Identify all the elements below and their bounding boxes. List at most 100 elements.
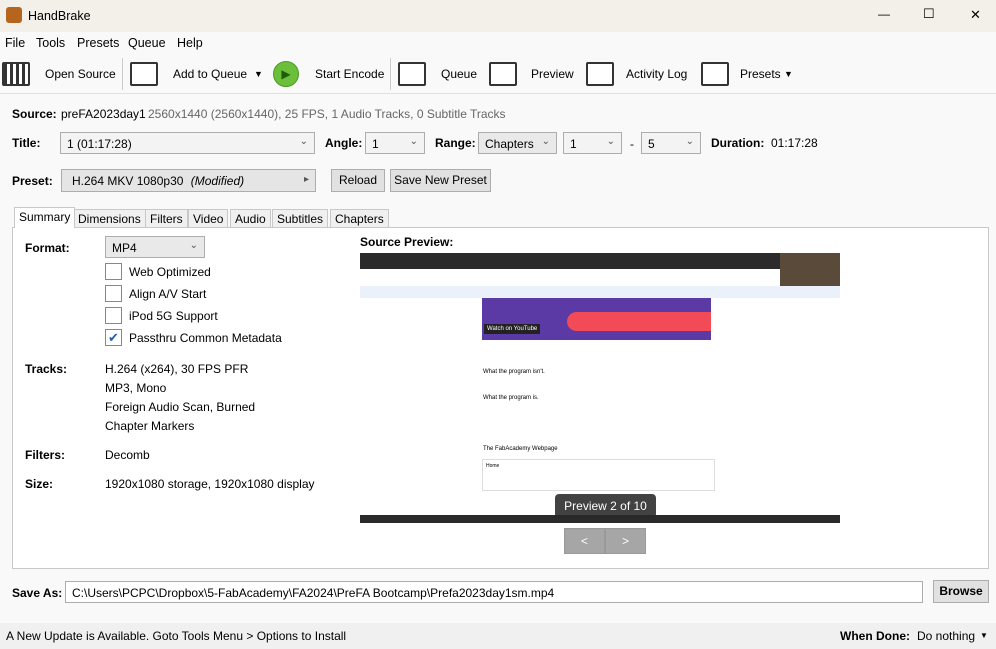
checkbox-label: Web Optimized <box>129 265 211 279</box>
preview-button[interactable]: Preview <box>531 67 574 81</box>
browser-tabbar <box>360 253 840 269</box>
checkbox-label: iPod 5G Support <box>129 309 218 323</box>
tab-chapters[interactable]: Chapters <box>330 209 389 227</box>
size-value: 1920x1080 storage, 1920x1080 display <box>105 477 315 491</box>
preview-card: Home <box>482 459 715 491</box>
open-source-button[interactable]: Open Source <box>45 67 116 81</box>
window-title: HandBrake <box>28 9 91 23</box>
format-label: Format: <box>25 241 70 255</box>
checkbox-web-optimized[interactable] <box>105 263 122 280</box>
when-done-select[interactable]: Do nothing <box>917 629 975 643</box>
filters-label: Filters: <box>25 448 66 462</box>
source-name: preFA2023day1 <box>61 107 146 121</box>
chevron-down-icon: ⌄ <box>299 136 308 147</box>
source-preview-label: Source Preview: <box>360 235 454 249</box>
tab-audio[interactable]: Audio <box>230 209 271 227</box>
range-start-value: 1 <box>570 137 577 151</box>
add-to-queue-button[interactable]: Add to Queue <box>173 67 247 81</box>
save-as-input[interactable]: C:\Users\PCPC\Dropbox\5-FabAcademy\FA202… <box>65 581 923 603</box>
reload-button[interactable]: Reload <box>331 169 385 192</box>
divider <box>122 58 123 90</box>
queue-icon <box>398 62 426 86</box>
range-mode-value: Chapters <box>485 137 534 151</box>
add-image-icon <box>130 62 158 86</box>
save-as-label: Save As: <box>12 586 63 600</box>
format-select[interactable]: MP4 ⌄ <box>105 236 205 258</box>
tab-video[interactable]: Video <box>188 209 229 227</box>
duration-value: 01:17:28 <box>771 136 818 150</box>
when-done-label: When Done: <box>840 629 910 643</box>
source-label: Source: <box>12 107 57 121</box>
angle-value: 1 <box>372 137 379 151</box>
chevron-down-icon: ⌄ <box>541 136 550 147</box>
range-dash: - <box>630 137 634 151</box>
track-item: MP3, Mono <box>105 381 167 395</box>
title-bar: HandBrake — ☐ ✕ <box>0 0 996 32</box>
video-embed: Watch on YouTube <box>482 298 711 340</box>
preset-select[interactable]: H.264 MKV 1080p30 (Modified) ▸ <box>61 169 316 192</box>
chevron-down-icon: ⌄ <box>409 136 418 147</box>
source-info: 2560x1440 (2560x1440), 25 FPS, 1 Audio T… <box>148 107 506 121</box>
update-message[interactable]: A New Update is Available. Goto Tools Me… <box>6 629 346 643</box>
watch-on-youtube: Watch on YouTube <box>484 324 541 334</box>
tab-summary[interactable]: Summary <box>14 207 76 228</box>
film-icon <box>489 62 517 86</box>
preset-value: H.264 MKV 1080p30 <box>72 174 184 188</box>
tab-filters[interactable]: Filters <box>145 209 188 227</box>
chevron-down-icon[interactable]: ▼ <box>980 631 988 640</box>
checkbox-passthru-common-metadata[interactable]: ✔ <box>105 329 122 346</box>
previous-preview-button[interactable]: < <box>564 528 605 554</box>
chevron-down-icon: ⌄ <box>189 240 198 251</box>
preview-heading: The FabAcademy Webpage <box>483 446 558 452</box>
preview-overlay: Preview 2 of 10 <box>555 494 656 518</box>
track-item: Chapter Markers <box>105 419 195 433</box>
size-label: Size: <box>25 477 54 491</box>
handbrake-logo-icon <box>6 7 22 23</box>
range-label: Range: <box>435 136 476 150</box>
start-encode-button[interactable]: Start Encode <box>315 67 384 81</box>
close-button[interactable]: ✕ <box>970 7 981 23</box>
next-preview-button[interactable]: > <box>605 528 646 554</box>
checkbox-align-a-v-start[interactable] <box>105 285 122 302</box>
menu-file[interactable]: File <box>5 36 25 50</box>
menu-queue[interactable]: Queue <box>128 36 166 50</box>
maximize-button[interactable]: ☐ <box>923 6 935 22</box>
add-to-queue-dropdown-icon[interactable]: ▼ <box>254 69 263 79</box>
preview-heading: What the program isn't. <box>483 369 545 375</box>
range-end-select[interactable]: 5 ⌄ <box>641 132 701 154</box>
menu-tools[interactable]: Tools <box>36 36 65 50</box>
save-new-preset-button[interactable]: Save New Preset <box>390 169 491 192</box>
presets-dropdown-icon[interactable]: ▼ <box>784 69 793 79</box>
minimize-button[interactable]: — <box>878 7 890 21</box>
clapperboard-icon <box>2 62 30 86</box>
tab-dimensions[interactable]: Dimensions <box>73 209 146 227</box>
range-mode-select[interactable]: Chapters ⌄ <box>478 132 557 154</box>
info-banner <box>360 286 840 298</box>
filters-value: Decomb <box>105 448 150 462</box>
title-label: Title: <box>12 136 41 150</box>
presets-gear-icon <box>701 62 729 86</box>
queue-button[interactable]: Queue <box>441 67 477 81</box>
angle-select[interactable]: 1 ⌄ <box>365 132 425 154</box>
track-item: H.264 (x264), 30 FPS PFR <box>105 362 249 376</box>
browse-button[interactable]: Browse <box>933 580 989 603</box>
track-item: Foreign Audio Scan, Burned <box>105 400 256 414</box>
presets-button[interactable]: Presets <box>740 67 781 81</box>
preview-image: Watch on YouTube What the program isn't.… <box>360 253 840 523</box>
status-bar: A New Update is Available. Goto Tools Me… <box>0 623 996 649</box>
tab-subtitles[interactable]: Subtitles <box>272 209 329 227</box>
toolbar: Open Source Add to Queue ▼ ▶ Start Encod… <box>0 54 996 94</box>
duration-label: Duration: <box>711 136 765 150</box>
menu-presets[interactable]: Presets <box>77 36 119 50</box>
preset-modified: (Modified) <box>190 174 245 188</box>
preview-card-home: Home <box>486 463 500 469</box>
title-select[interactable]: 1 (01:17:28) ⌄ <box>60 132 315 154</box>
range-start-select[interactable]: 1 ⌄ <box>563 132 622 154</box>
format-value: MP4 <box>112 241 137 255</box>
activity-log-button[interactable]: Activity Log <box>626 67 687 81</box>
checkbox-label: Align A/V Start <box>129 287 207 301</box>
menu-help[interactable]: Help <box>177 36 203 50</box>
checkbox-label: Passthru Common Metadata <box>129 331 282 345</box>
checkbox-ipod-5g-support[interactable] <box>105 307 122 324</box>
menu-bar: File Tools Presets Queue Help <box>0 32 996 54</box>
